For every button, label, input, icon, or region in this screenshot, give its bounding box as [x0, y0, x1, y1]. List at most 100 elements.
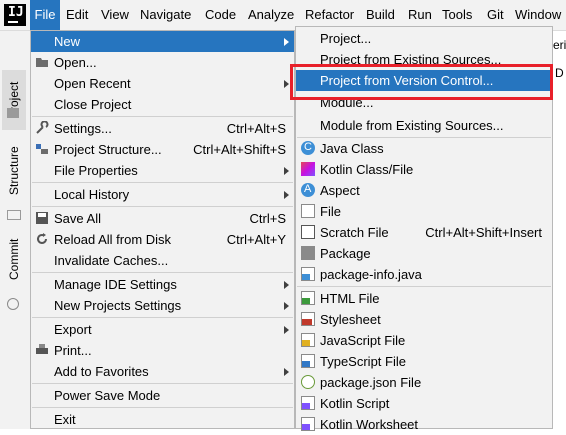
- file-menu-print[interactable]: Print...: [31, 340, 294, 361]
- commit-icon: [7, 298, 19, 310]
- new-package-json-label: package.json File: [320, 375, 422, 390]
- menu-separator: [32, 272, 293, 273]
- file-menu-project-structure-label: Project Structure...: [54, 142, 162, 157]
- side-tab-structure[interactable]: Structure: [2, 136, 26, 206]
- right-fragment-2: D: [555, 66, 564, 80]
- submenu-arrow-icon: [284, 281, 289, 289]
- file-menu-print-label: Print...: [54, 343, 92, 358]
- new-typescript-file[interactable]: TypeScript File: [296, 351, 552, 372]
- menu-separator: [32, 407, 293, 408]
- menu-separator: [32, 317, 293, 318]
- new-file[interactable]: File: [296, 201, 552, 222]
- new-module-from-existing-sources[interactable]: Module from Existing Sources...: [296, 115, 552, 136]
- submenu-arrow-icon: [284, 38, 289, 46]
- project-structure-icon: [35, 142, 49, 156]
- ts-file-icon: [301, 354, 315, 368]
- reload-icon: [35, 232, 49, 246]
- file-menu-export[interactable]: Export: [31, 319, 294, 340]
- menu-separator: [32, 116, 293, 117]
- file-menu-reload-label: Reload All from Disk: [54, 232, 172, 247]
- submenu-arrow-icon: [284, 167, 289, 175]
- menu-file[interactable]: File: [30, 0, 60, 30]
- js-file-icon: [301, 333, 315, 347]
- file-menu-new-projects-settings-label: New Projects Settings: [54, 298, 182, 313]
- file-menu-open-recent-label: Open Recent: [54, 76, 131, 91]
- new-project[interactable]: Project...: [296, 28, 552, 49]
- settings-shortcut: Ctrl+Alt+S: [226, 121, 286, 136]
- file-menu-invalidate-caches[interactable]: Invalidate Caches...: [31, 250, 294, 271]
- html-file-icon: [301, 291, 315, 305]
- aspect-icon: A: [301, 183, 315, 197]
- new-kotlin-script[interactable]: Kotlin Script: [296, 393, 552, 414]
- kotlin-script-icon: [301, 396, 315, 410]
- new-javascript-file[interactable]: JavaScript File: [296, 330, 552, 351]
- new-package-label: Package: [320, 246, 371, 261]
- new-html-file[interactable]: HTML File: [296, 288, 552, 309]
- file-menu-settings[interactable]: Settings... Ctrl+Alt+S: [31, 118, 294, 139]
- new-kotlin-script-label: Kotlin Script: [320, 396, 390, 411]
- file-menu-file-properties-label: File Properties: [54, 163, 138, 178]
- file-menu-settings-label: Settings...: [54, 121, 112, 136]
- new-html-file-label: HTML File: [320, 291, 380, 306]
- menu-navigate[interactable]: Navigate: [140, 0, 191, 30]
- side-tab-commit[interactable]: Commit: [2, 226, 26, 292]
- new-kotlin-class[interactable]: Kotlin Class/File: [296, 159, 552, 180]
- project-structure-shortcut: Ctrl+Alt+Shift+S: [193, 142, 286, 157]
- file-menu-file-properties[interactable]: File Properties: [31, 160, 294, 181]
- new-stylesheet[interactable]: Stylesheet: [296, 309, 552, 330]
- structure-icon: [7, 210, 21, 220]
- file-menu-power-save-mode[interactable]: Power Save Mode: [31, 385, 294, 406]
- file-menu-new[interactable]: New: [31, 31, 294, 52]
- css-file-icon: [301, 312, 315, 326]
- file-menu-local-history-label: Local History: [54, 187, 130, 202]
- new-aspect-label: Aspect: [320, 183, 360, 198]
- new-kotlin-worksheet[interactable]: Kotlin Worksheet: [296, 414, 552, 435]
- menu-separator: [32, 206, 293, 207]
- file-menu-add-to-favorites[interactable]: Add to Favorites: [31, 361, 294, 382]
- folder-icon: [35, 55, 49, 69]
- menu-view[interactable]: View: [101, 0, 129, 30]
- background-window-edge: eric D: [553, 30, 566, 429]
- file-menu-reload[interactable]: Reload All from Disk Ctrl+Alt+Y: [31, 229, 294, 250]
- new-scratch-file[interactable]: Scratch File Ctrl+Alt+Shift+Insert: [296, 222, 552, 243]
- new-package[interactable]: Package: [296, 243, 552, 264]
- new-package-info[interactable]: package-info.java: [296, 264, 552, 285]
- file-menu-manage-ide-settings[interactable]: Manage IDE Settings: [31, 274, 294, 295]
- menu-separator: [297, 286, 551, 287]
- submenu-arrow-icon: [284, 326, 289, 334]
- new-aspect[interactable]: A Aspect: [296, 180, 552, 201]
- menu-code[interactable]: Code: [205, 0, 236, 30]
- file-menu-exit[interactable]: Exit: [31, 409, 294, 430]
- side-tab-project[interactable]: Project: [2, 70, 26, 130]
- side-tab-commit-label: Commit: [7, 238, 21, 280]
- left-tool-strip: Project Structure Commit: [0, 30, 33, 429]
- file-menu-open-recent[interactable]: Open Recent: [31, 73, 294, 94]
- new-package-json[interactable]: package.json File: [296, 372, 552, 393]
- file-menu-close-project-label: Close Project: [54, 97, 132, 112]
- file-menu-new-label: New: [54, 34, 81, 49]
- new-module-from-existing-sources-label: Module from Existing Sources...: [320, 118, 504, 133]
- new-file-label: File: [320, 204, 341, 219]
- file-menu-project-structure[interactable]: Project Structure... Ctrl+Alt+Shift+S: [31, 139, 294, 160]
- file-menu-close-project[interactable]: Close Project: [31, 94, 294, 115]
- file-menu-local-history[interactable]: Local History: [31, 184, 294, 205]
- file-menu-open[interactable]: Open...: [31, 52, 294, 73]
- package-json-icon: [301, 375, 315, 389]
- intellij-logo-icon: IJ: [4, 4, 26, 26]
- menu-separator: [32, 383, 293, 384]
- printer-icon: [35, 343, 49, 357]
- file-menu-save-all-label: Save All: [54, 211, 101, 226]
- new-project-label: Project...: [320, 31, 372, 46]
- file-menu-export-label: Export: [54, 322, 92, 337]
- file-menu-power-save-mode-label: Power Save Mode: [54, 388, 161, 403]
- menu-analyze[interactable]: Analyze: [248, 0, 294, 30]
- new-javascript-file-label: JavaScript File: [320, 333, 406, 348]
- file-menu-save-all[interactable]: Save All Ctrl+S: [31, 208, 294, 229]
- new-java-class[interactable]: C Java Class: [296, 138, 552, 159]
- wrench-icon: [35, 120, 49, 135]
- menu-edit[interactable]: Edit: [66, 0, 88, 30]
- file-menu-invalidate-caches-label: Invalidate Caches...: [54, 253, 169, 268]
- file-menu-new-projects-settings[interactable]: New Projects Settings: [31, 295, 294, 316]
- java-file-icon: [301, 267, 315, 281]
- new-kotlin-class-label: Kotlin Class/File: [320, 162, 414, 177]
